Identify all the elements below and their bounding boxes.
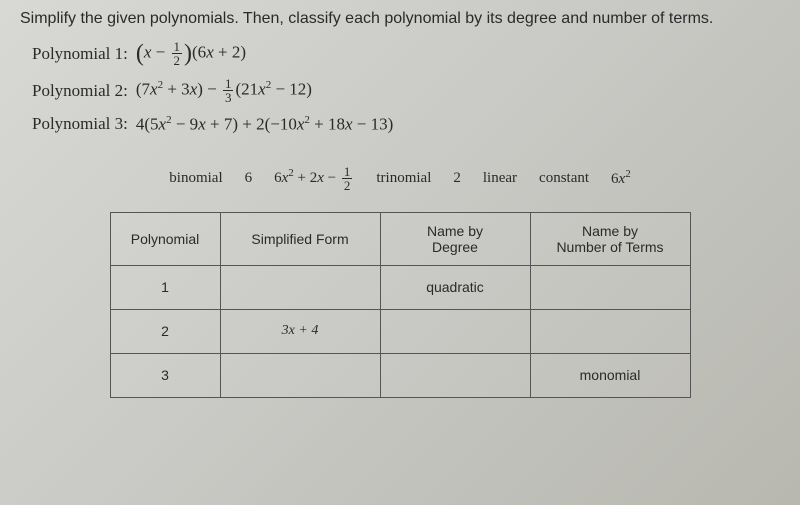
wb-expression-1[interactable]: 6x2 + 2x − 12 [274,165,354,192]
row3-terms[interactable]: monomial [530,353,690,397]
wb-trinomial[interactable]: trinomial [376,170,431,187]
wb-binomial[interactable]: binomial [169,170,222,187]
row2-form[interactable]: 3x + 4 [220,309,380,353]
row1-form[interactable] [220,265,380,309]
row1-terms[interactable] [530,265,690,309]
table-row: 3 monomial [110,353,690,397]
classification-table: Polynomial Simplified Form Name byDegree… [110,212,691,398]
header-degree: Name byDegree [380,212,530,265]
row3-degree[interactable] [380,353,530,397]
table-header-row: Polynomial Simplified Form Name byDegree… [110,212,690,265]
table-row: 1 quadratic [110,265,690,309]
poly1-expression: (x − 12)(6x + 2) [136,40,246,67]
row1-num: 1 [110,265,220,309]
word-bank: binomial 6 6x2 + 2x − 12 trinomial 2 lin… [20,165,780,192]
row3-form[interactable] [220,353,380,397]
poly2-expression: (7x2 + 3x) − 13(21x2 − 12) [136,77,312,104]
polynomial-2: Polynomial 2: (7x2 + 3x) − 13(21x2 − 12) [32,77,780,104]
header-simplified: Simplified Form [220,212,380,265]
header-terms: Name byNumber of Terms [530,212,690,265]
poly3-label: Polynomial 3: [32,114,128,134]
polynomial-1: Polynomial 1: (x − 12)(6x + 2) [32,40,780,67]
wb-6[interactable]: 6 [245,170,253,187]
row2-terms[interactable] [530,309,690,353]
wb-2[interactable]: 2 [453,170,461,187]
polynomial-3: Polynomial 3: 4(5x2 − 9x + 7) + 2(−10x2 … [32,114,780,135]
poly1-label: Polynomial 1: [32,44,128,64]
row2-degree[interactable] [380,309,530,353]
poly3-expression: 4(5x2 − 9x + 7) + 2(−10x2 + 18x − 13) [136,114,393,135]
wb-linear[interactable]: linear [483,170,517,187]
table-row: 2 3x + 4 [110,309,690,353]
wb-constant[interactable]: constant [539,170,589,187]
row1-degree[interactable]: quadratic [380,265,530,309]
instruction-text: Simplify the given polynomials. Then, cl… [20,10,780,28]
wb-expression-2[interactable]: 6x2 [611,168,631,188]
row2-num: 2 [110,309,220,353]
header-polynomial: Polynomial [110,212,220,265]
row3-num: 3 [110,353,220,397]
poly2-label: Polynomial 2: [32,81,128,101]
